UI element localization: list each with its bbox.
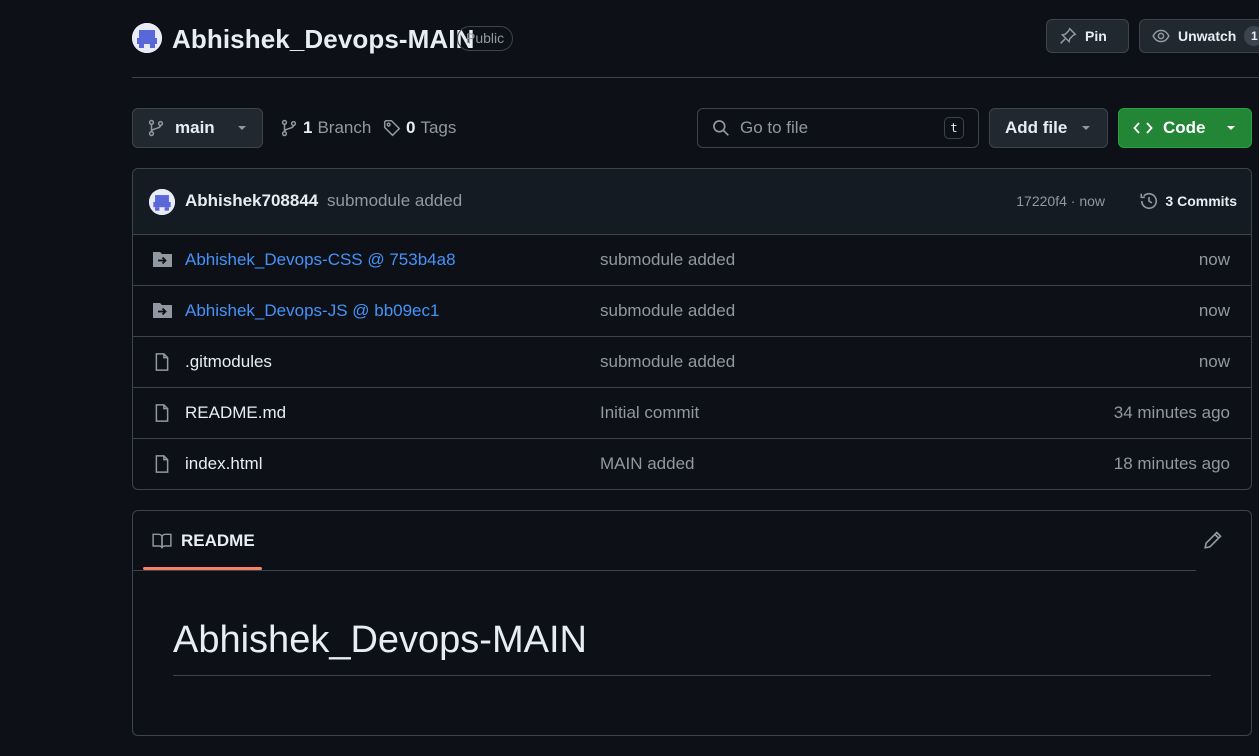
tag-label: Tags: [420, 118, 457, 137]
branch-label: Branch: [317, 118, 372, 137]
add-file-button[interactable]: Add file: [989, 108, 1108, 148]
readme-tab-label: README: [181, 531, 255, 550]
tag-icon: [383, 119, 401, 137]
branch-count: 1: [303, 118, 313, 137]
tags-link[interactable]: 0 Tags: [383, 108, 456, 148]
watch-count: 1: [1244, 26, 1259, 46]
go-to-file-input[interactable]: [740, 118, 934, 138]
tabs-divider: [133, 570, 1196, 571]
commits-history-link[interactable]: 3 Commits: [1139, 190, 1237, 212]
shortcut-key-hint: t: [944, 117, 964, 139]
visibility-badge: Public: [457, 26, 514, 51]
file-commit-age: 18 minutes ago: [1113, 454, 1230, 473]
file-row[interactable]: Abhishek_Devops-CSS @ 753b4a8 submodule …: [133, 235, 1251, 286]
file-commit-age: 34 minutes ago: [1113, 403, 1230, 422]
code-button[interactable]: Code: [1118, 108, 1252, 148]
repo-name[interactable]: Abhishek_Devops-MAIN: [172, 23, 475, 55]
pin-label: Pin: [1085, 28, 1107, 44]
submodule-folder-icon: [152, 250, 173, 268]
commit-message[interactable]: submodule added: [327, 191, 462, 211]
owner-avatar[interactable]: [132, 23, 162, 53]
commits-count-label: 3 Commits: [1165, 193, 1237, 209]
file-row[interactable]: README.md Initial commit 34 minutes ago: [133, 388, 1251, 439]
unwatch-label: Unwatch: [1178, 28, 1237, 44]
unwatch-button[interactable]: Unwatch 1: [1139, 19, 1259, 53]
search-icon: [712, 119, 730, 137]
go-to-file-search[interactable]: t: [697, 108, 979, 148]
file-commit-message[interactable]: submodule added: [600, 301, 735, 321]
add-file-label: Add file: [1005, 118, 1068, 137]
file-row[interactable]: .gitmodules submodule added now: [133, 337, 1251, 388]
file-table: Abhishek708844 submodule added 17220f4 ·…: [132, 168, 1252, 490]
readme-panel: README Abhishek_Devops-MAIN: [132, 510, 1252, 736]
book-icon: [152, 532, 172, 550]
file-commit-age: now: [1198, 352, 1230, 371]
file-name-link[interactable]: Abhishek_Devops-CSS @ 753b4a8: [185, 250, 456, 270]
chevron-down-icon: [1080, 122, 1092, 134]
chevron-down-icon: [1225, 122, 1237, 134]
file-row[interactable]: Abhishek_Devops-JS @ bb09ec1 submodule a…: [133, 286, 1251, 337]
submodule-folder-icon: [152, 301, 173, 319]
readme-heading: Abhishek_Devops-MAIN: [173, 619, 587, 661]
commit-author-avatar[interactable]: [149, 189, 175, 215]
file-icon: [152, 352, 172, 372]
pin-icon: [1059, 27, 1077, 45]
file-name-link[interactable]: .gitmodules: [185, 352, 272, 372]
file-commit-age: now: [1198, 250, 1230, 269]
branch-name: main: [175, 118, 215, 137]
branch-icon: [147, 119, 165, 137]
branch-icon: [280, 119, 298, 137]
readme-tabs: README: [133, 511, 1251, 571]
commit-author[interactable]: Abhishek708844: [185, 191, 318, 211]
heading-rule: [173, 675, 1211, 676]
latest-commit-bar: Abhishek708844 submodule added 17220f4 ·…: [133, 169, 1251, 235]
file-commit-message[interactable]: Initial commit: [600, 403, 699, 423]
repo-header: Abhishek_Devops-MAIN Public Pin Unwatch …: [132, 19, 1259, 59]
file-commit-message[interactable]: submodule added: [600, 250, 735, 270]
header-divider: [132, 77, 1259, 78]
file-row[interactable]: index.html MAIN added 18 minutes ago: [133, 439, 1251, 489]
file-icon: [152, 454, 172, 474]
code-label: Code: [1163, 118, 1206, 137]
branch-select-button[interactable]: main: [132, 108, 263, 148]
file-icon: [152, 403, 172, 423]
tab-readme[interactable]: README: [143, 511, 262, 571]
pin-button[interactable]: Pin: [1046, 19, 1129, 53]
readme-content: Abhishek_Devops-MAIN: [173, 617, 1211, 676]
commit-hash-time[interactable]: 17220f4 · now: [1016, 193, 1105, 209]
code-icon: [1133, 119, 1153, 137]
file-commit-message[interactable]: submodule added: [600, 352, 735, 372]
history-icon: [1139, 191, 1159, 211]
file-name-link[interactable]: Abhishek_Devops-JS @ bb09ec1: [185, 301, 439, 321]
file-commit-age: now: [1198, 301, 1230, 320]
file-name-link[interactable]: index.html: [185, 454, 262, 474]
file-name-link[interactable]: README.md: [185, 403, 286, 423]
branches-link[interactable]: 1 Branch: [280, 108, 371, 148]
chevron-down-icon: [236, 122, 248, 134]
pencil-icon[interactable]: [1203, 530, 1223, 550]
eye-icon: [1152, 27, 1170, 45]
tag-count: 0: [406, 118, 416, 137]
file-commit-message[interactable]: MAIN added: [600, 454, 695, 474]
